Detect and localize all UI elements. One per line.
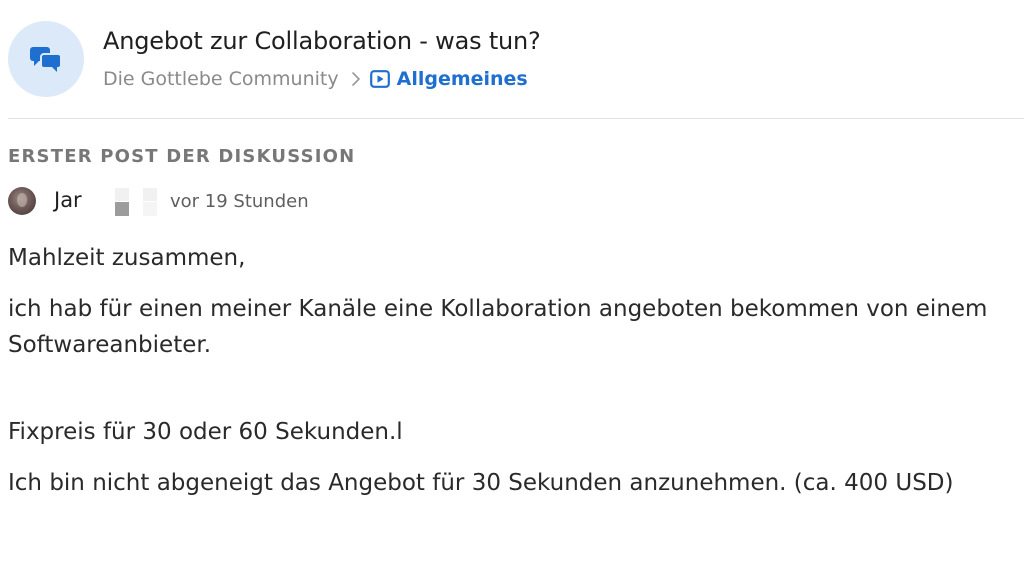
post-paragraph: Mahlzeit zusammen, — [8, 245, 246, 271]
breadcrumb: Die Gottlebe Community Allgemeines — [103, 68, 528, 90]
post-paragraph: Ich bin nicht abgeneigt das Angebot für … — [8, 470, 954, 496]
author-name[interactable]: Jar — [54, 188, 82, 212]
chevron-right-icon — [351, 72, 361, 86]
thread-header: Angebot zur Collaboration - was tun? Die… — [0, 0, 1024, 118]
post-timestamp: vor 19 Stunden — [170, 191, 309, 212]
redacted-area — [115, 185, 159, 217]
post-body: Mahlzeit zusammen, ich hab für einen mei… — [8, 240, 1018, 501]
video-play-icon — [369, 70, 390, 88]
breadcrumb-community-link[interactable]: Die Gottlebe Community — [103, 68, 339, 90]
thread-title: Angebot zur Collaboration - was tun? — [103, 27, 541, 55]
avatar[interactable] — [8, 187, 36, 215]
post-paragraph: Fixpreis für 30 oder 60 Sekunden.l — [8, 419, 403, 445]
header-divider — [8, 118, 1024, 119]
post-author-row: Jar vor 19 Stunden — [8, 185, 608, 217]
section-label: ERSTER POST DER DISKUSSION — [8, 146, 356, 167]
breadcrumb-category-link[interactable]: Allgemeines — [397, 68, 528, 90]
post-paragraph: ich hab für einen meiner Kanäle eine Kol… — [8, 296, 988, 358]
chat-bubbles-icon — [8, 21, 84, 97]
